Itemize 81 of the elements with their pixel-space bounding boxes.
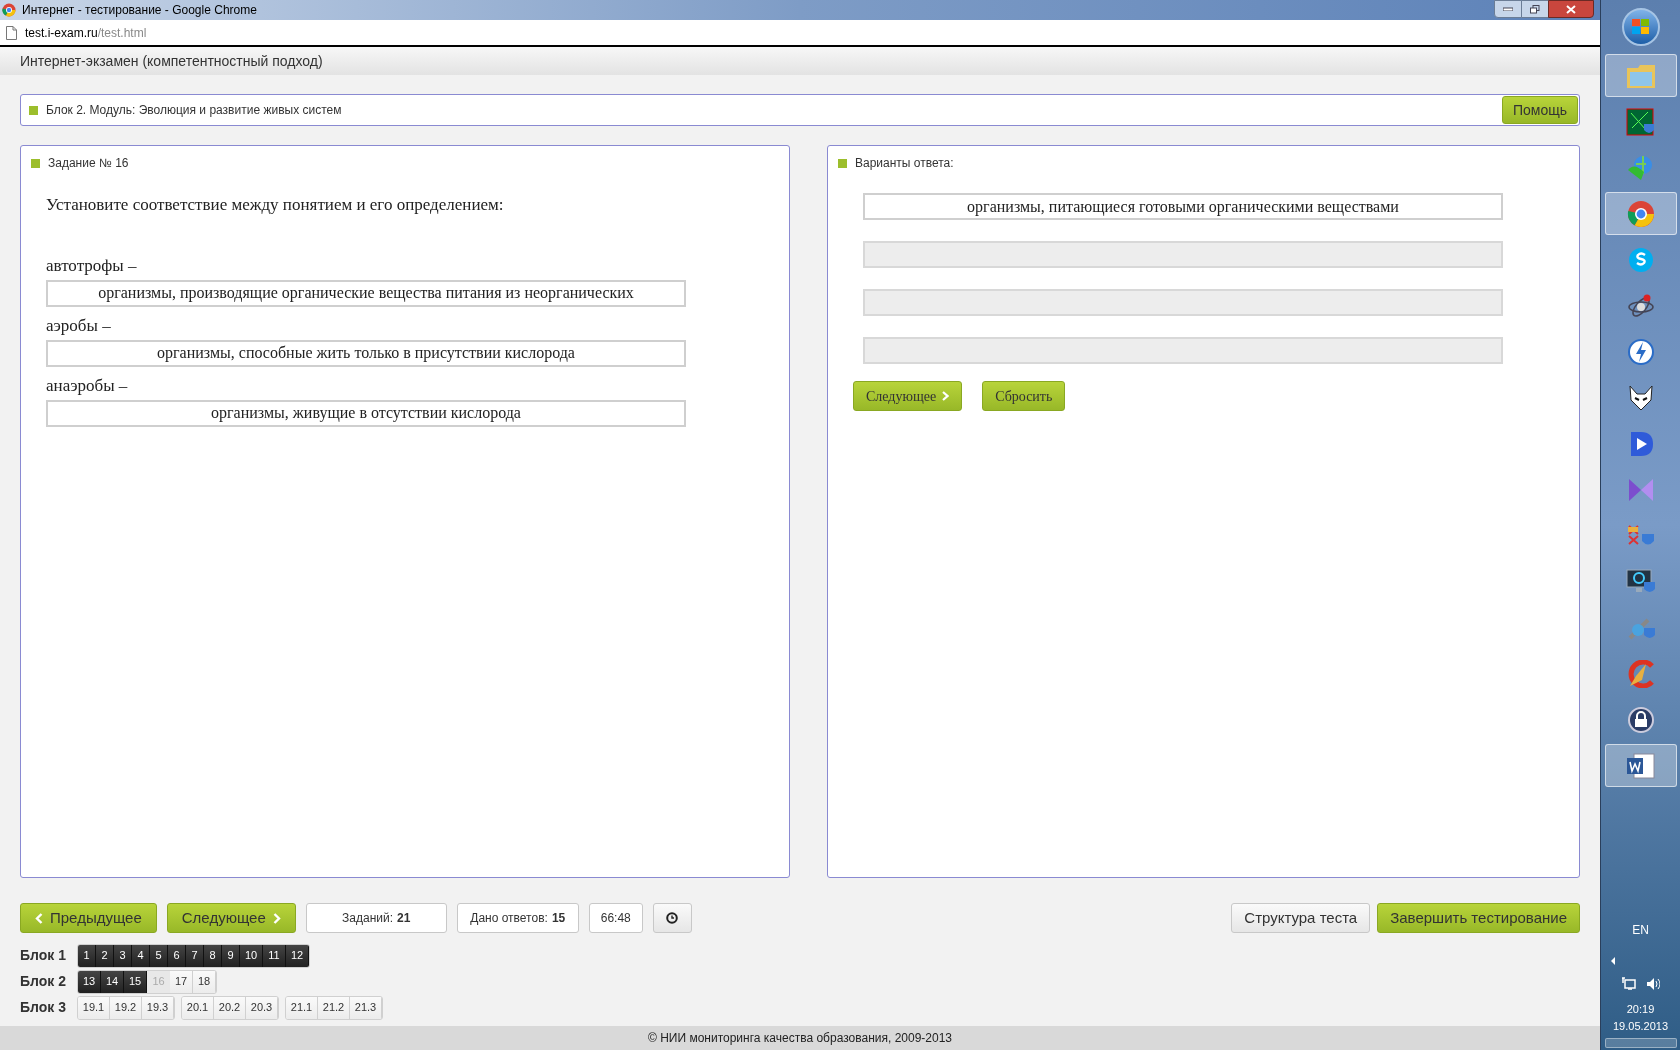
clock-icon xyxy=(666,912,679,924)
answers-count: Дано ответов: 15 xyxy=(456,903,579,933)
address-url[interactable]: test.i-exam.ru/test.html xyxy=(25,23,147,42)
question-number-button[interactable]: 9 xyxy=(222,944,240,967)
question-number-button[interactable]: 19.1 xyxy=(78,996,110,1019)
question-number-button[interactable]: 14 xyxy=(101,970,124,993)
question-number-button[interactable]: 11 xyxy=(263,944,286,967)
folder-icon[interactable] xyxy=(1604,54,1677,97)
minimize-icon xyxy=(1503,7,1513,11)
copyright-text: © НИИ мониторинга качества образования, 2009-2013 xyxy=(648,1030,952,1047)
question-number-button[interactable]: 1 xyxy=(78,944,96,967)
question-number-button[interactable]: 19.2 xyxy=(110,996,142,1019)
question-number-button[interactable]: 21.1 xyxy=(286,996,318,1019)
answer-drop-box[interactable]: организмы, производящие органические вещества питания из неорганических xyxy=(46,279,686,307)
clock-time[interactable]: 20:19 xyxy=(1626,1001,1655,1018)
module-label: Блок 2. Модуль: Эволюция и развитие живых систем xyxy=(46,102,342,119)
window-title: Интернет - тестирование - Google Chrome xyxy=(22,2,257,19)
chevron-right-icon xyxy=(942,391,950,401)
page-title: Интернет-экзамен (компетентностный подход) xyxy=(20,51,323,71)
question-number-button[interactable]: 6 xyxy=(168,944,186,967)
test-structure-button[interactable]: Структура теста xyxy=(1231,903,1371,933)
document-w-icon[interactable] xyxy=(1604,744,1677,787)
answer-drop-box[interactable]: организмы, способные жить только в присутствии кислорода xyxy=(46,339,686,367)
four-pane-logo-icon xyxy=(1631,19,1650,35)
square-marker-icon xyxy=(29,105,38,115)
question-number-button[interactable]: 2 xyxy=(96,944,114,967)
answer-drop-box[interactable]: организмы, живущие в отсутствии кислорода xyxy=(46,399,686,427)
network-icon[interactable] xyxy=(1621,977,1636,991)
question-number-button[interactable]: 13 xyxy=(78,970,101,993)
answer-option[interactable]: организмы, питающиеся готовыми органическими веществами xyxy=(863,193,1503,220)
question-number-button[interactable]: 20.1 xyxy=(182,996,214,1019)
question-number-button[interactable]: 17 xyxy=(170,970,193,993)
show-desktop-button[interactable] xyxy=(1604,1038,1677,1048)
question-number-button[interactable]: 7 xyxy=(186,944,204,967)
close-icon xyxy=(1566,4,1576,14)
question-number-button[interactable]: 3 xyxy=(114,944,132,967)
question-number-button[interactable]: 12 xyxy=(286,944,309,967)
reset-button[interactable]: Сбросить xyxy=(982,381,1066,411)
term-label: анаэробы – xyxy=(46,375,129,396)
square-marker-icon xyxy=(838,158,847,168)
square-marker-icon xyxy=(31,158,40,168)
question-number-button[interactable]: 20.2 xyxy=(214,996,246,1019)
previous-button[interactable]: Предыдущее xyxy=(20,903,157,933)
speaker-icon[interactable] xyxy=(1645,977,1660,991)
question-number-button[interactable]: 18 xyxy=(193,970,216,993)
term-label: автотрофы – xyxy=(46,255,138,276)
finish-test-button[interactable]: Завершить тестирование xyxy=(1377,903,1580,933)
restore-icon xyxy=(1530,4,1540,14)
restore-button[interactable] xyxy=(1522,0,1548,18)
timer: 66:48 xyxy=(588,903,643,933)
question-number-button[interactable]: 4 xyxy=(132,944,150,967)
next-button[interactable]: Следующее xyxy=(166,903,296,933)
question-number-button[interactable]: 5 xyxy=(150,944,168,967)
start-button[interactable] xyxy=(1621,8,1660,46)
chevron-left-icon xyxy=(35,912,43,924)
question-number-button[interactable]: 8 xyxy=(204,944,222,967)
block-label: Блок 1 xyxy=(20,946,67,965)
question-number-button[interactable]: 10 xyxy=(240,944,263,967)
question-number-button[interactable]: 19.3 xyxy=(142,996,174,1019)
question-number-button[interactable]: 21.3 xyxy=(350,996,382,1019)
browser-logo-icon xyxy=(2,3,16,17)
chevron-right-icon xyxy=(272,912,281,924)
close-button[interactable] xyxy=(1548,0,1594,18)
clock-button[interactable] xyxy=(652,903,692,933)
block-label: Блок 2 xyxy=(20,972,67,991)
question-number-button[interactable]: 21.2 xyxy=(318,996,350,1019)
question-number-button[interactable]: 15 xyxy=(124,970,147,993)
block-label: Блок 3 xyxy=(20,998,67,1017)
task-heading: Задание № 16 xyxy=(48,155,129,172)
language-indicator[interactable]: EN xyxy=(1632,921,1649,939)
question-text: Установите соответствие между понятием и его определением: xyxy=(46,194,505,216)
term-label: аэробы – xyxy=(46,315,112,336)
clock-date[interactable]: 19.05.2013 xyxy=(1612,1017,1669,1034)
page-icon xyxy=(6,25,17,40)
next-button[interactable]: Следующее xyxy=(853,381,963,411)
tasks-count: Заданий: 21 xyxy=(305,903,447,933)
help-button[interactable]: Помощь xyxy=(1501,96,1578,124)
question-number-button[interactable]: 20.3 xyxy=(246,996,278,1019)
caret-left-icon[interactable] xyxy=(1611,957,1616,965)
browser-logo-icon[interactable] xyxy=(1604,192,1677,235)
answers-heading: Варианты ответа: xyxy=(855,155,954,172)
